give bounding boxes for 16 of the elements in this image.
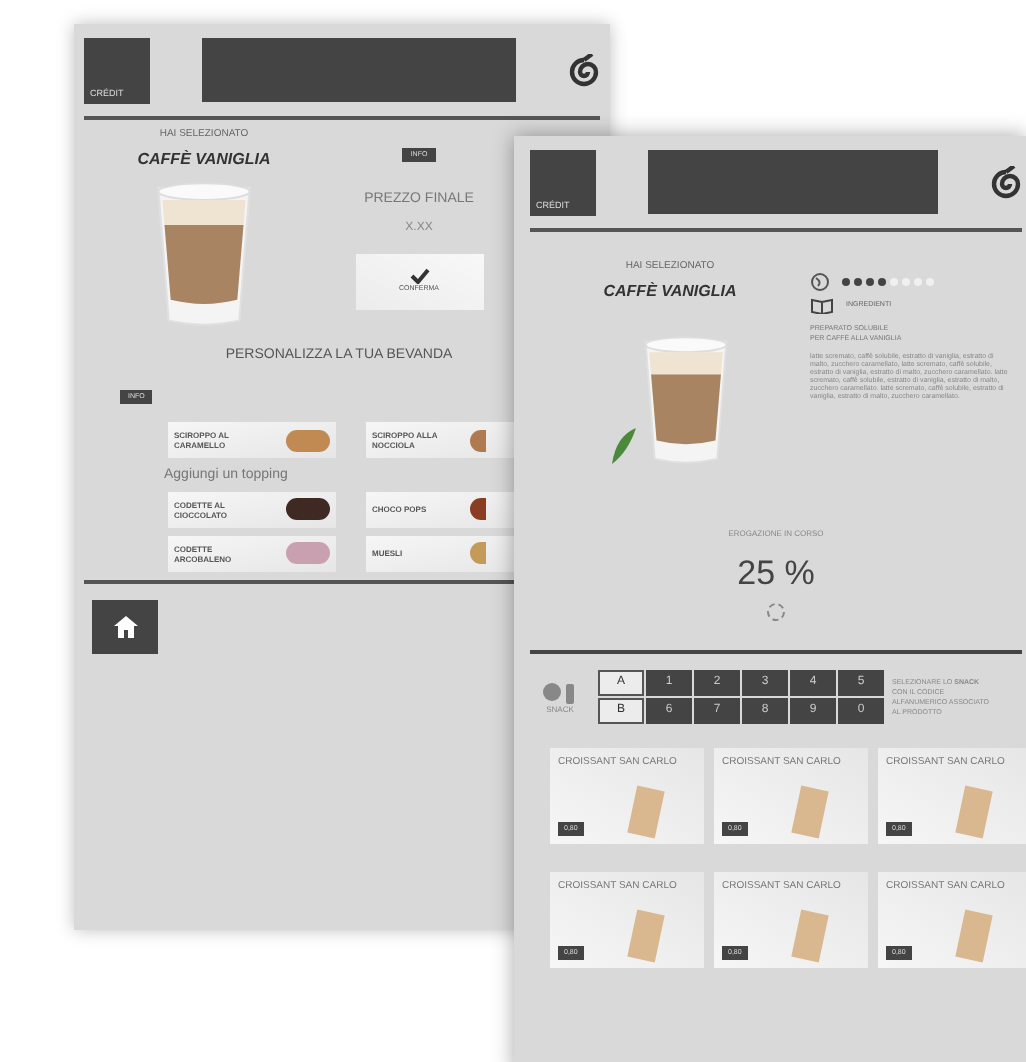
- swirl-logo-icon: [990, 165, 1022, 201]
- checkmark-icon: [409, 268, 429, 285]
- photo-placeholder: [791, 909, 829, 963]
- product-title: CAFFÈ VANIGLIA: [603, 279, 737, 303]
- swirl-logo-icon: [568, 53, 600, 89]
- photo-placeholder: [955, 909, 993, 963]
- book-icon: [810, 298, 834, 314]
- photo-placeholder: [627, 909, 665, 963]
- photo-placeholder: [791, 785, 829, 839]
- photo-placeholder: [627, 785, 665, 839]
- loading-spinner-icon: [766, 602, 786, 622]
- photo-placeholder: [955, 785, 993, 839]
- progress-percent: 25 %: [737, 551, 815, 595]
- home-icon: [113, 615, 137, 637]
- home-button[interactable]: [92, 599, 158, 653]
- product-title: CAFFÈ VANIGLIA: [137, 147, 271, 171]
